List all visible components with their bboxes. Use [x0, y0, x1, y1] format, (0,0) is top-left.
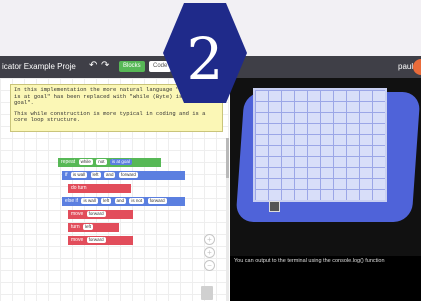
- user-name[interactable]: paul: [398, 62, 413, 71]
- zoom-out-icon[interactable]: −: [204, 260, 215, 271]
- forward-dropdown-4[interactable]: forward: [86, 237, 106, 243]
- is-wall-block-2[interactable]: is wall: [81, 198, 98, 204]
- repeat-block[interactable]: repeat while not is at goal: [58, 158, 161, 167]
- left-dropdown-3[interactable]: left: [83, 224, 94, 230]
- else-if-label: else if: [65, 198, 79, 204]
- simulation-view[interactable]: ⤢ ↺ ◷: [230, 78, 421, 256]
- left-dropdown-2[interactable]: left: [101, 198, 112, 204]
- is-at-goal-block[interactable]: is at goal: [109, 159, 132, 165]
- avatar[interactable]: [413, 59, 421, 75]
- forward-dropdown-3[interactable]: forward: [86, 211, 106, 217]
- repeat-label: repeat: [61, 159, 76, 165]
- redo-icon[interactable]: ↷: [101, 60, 109, 71]
- maze-board: [253, 88, 387, 202]
- if-block[interactable]: if is wall left and forward: [62, 171, 185, 180]
- trash-icon[interactable]: [201, 286, 213, 300]
- robot-icon: [269, 201, 280, 212]
- do-label: do: [71, 185, 77, 191]
- step-number: 2: [186, 25, 224, 93]
- and-block[interactable]: and: [103, 172, 116, 178]
- if-label: if: [65, 172, 68, 178]
- move-forward-block[interactable]: move forward: [68, 210, 133, 219]
- console-text: You can output to the terminal using the…: [234, 258, 385, 264]
- blocks-view-button[interactable]: Blocks: [119, 61, 145, 72]
- while-dropdown[interactable]: while: [78, 159, 93, 165]
- project-title: icator Example Proje: [2, 62, 76, 71]
- left-dropdown[interactable]: left: [90, 172, 101, 178]
- forward-dropdown[interactable]: forward: [118, 172, 138, 178]
- note-paragraph-2: This while construction is more typical …: [14, 109, 206, 123]
- move-forward-block-2[interactable]: move forward: [68, 236, 133, 245]
- move-label: move: [71, 211, 84, 217]
- is-wall-block[interactable]: is wall: [70, 172, 88, 178]
- console-output: You can output to the terminal using the…: [230, 256, 421, 301]
- turn-label: turn: [77, 185, 87, 191]
- forward-dropdown-2[interactable]: forward: [147, 198, 167, 204]
- turn-left-block[interactable]: turn left: [68, 223, 119, 232]
- undo-icon[interactable]: ↶: [89, 60, 97, 71]
- else-if-block[interactable]: else if is wall left and is not forward: [62, 197, 185, 206]
- zoom-in-icon[interactable]: +: [204, 247, 215, 258]
- scrollbar-thumb[interactable]: [226, 138, 229, 178]
- not-block[interactable]: not: [96, 159, 107, 165]
- is-not-block[interactable]: is not: [129, 198, 145, 204]
- move-label-2: move: [71, 237, 84, 243]
- and-block-2[interactable]: and: [114, 198, 127, 204]
- do-turn-block[interactable]: do turn: [68, 184, 131, 193]
- workspace-scrollbar[interactable]: [226, 138, 229, 301]
- turn-label-2: turn: [71, 224, 80, 230]
- zoom-reset-icon[interactable]: +: [204, 234, 215, 245]
